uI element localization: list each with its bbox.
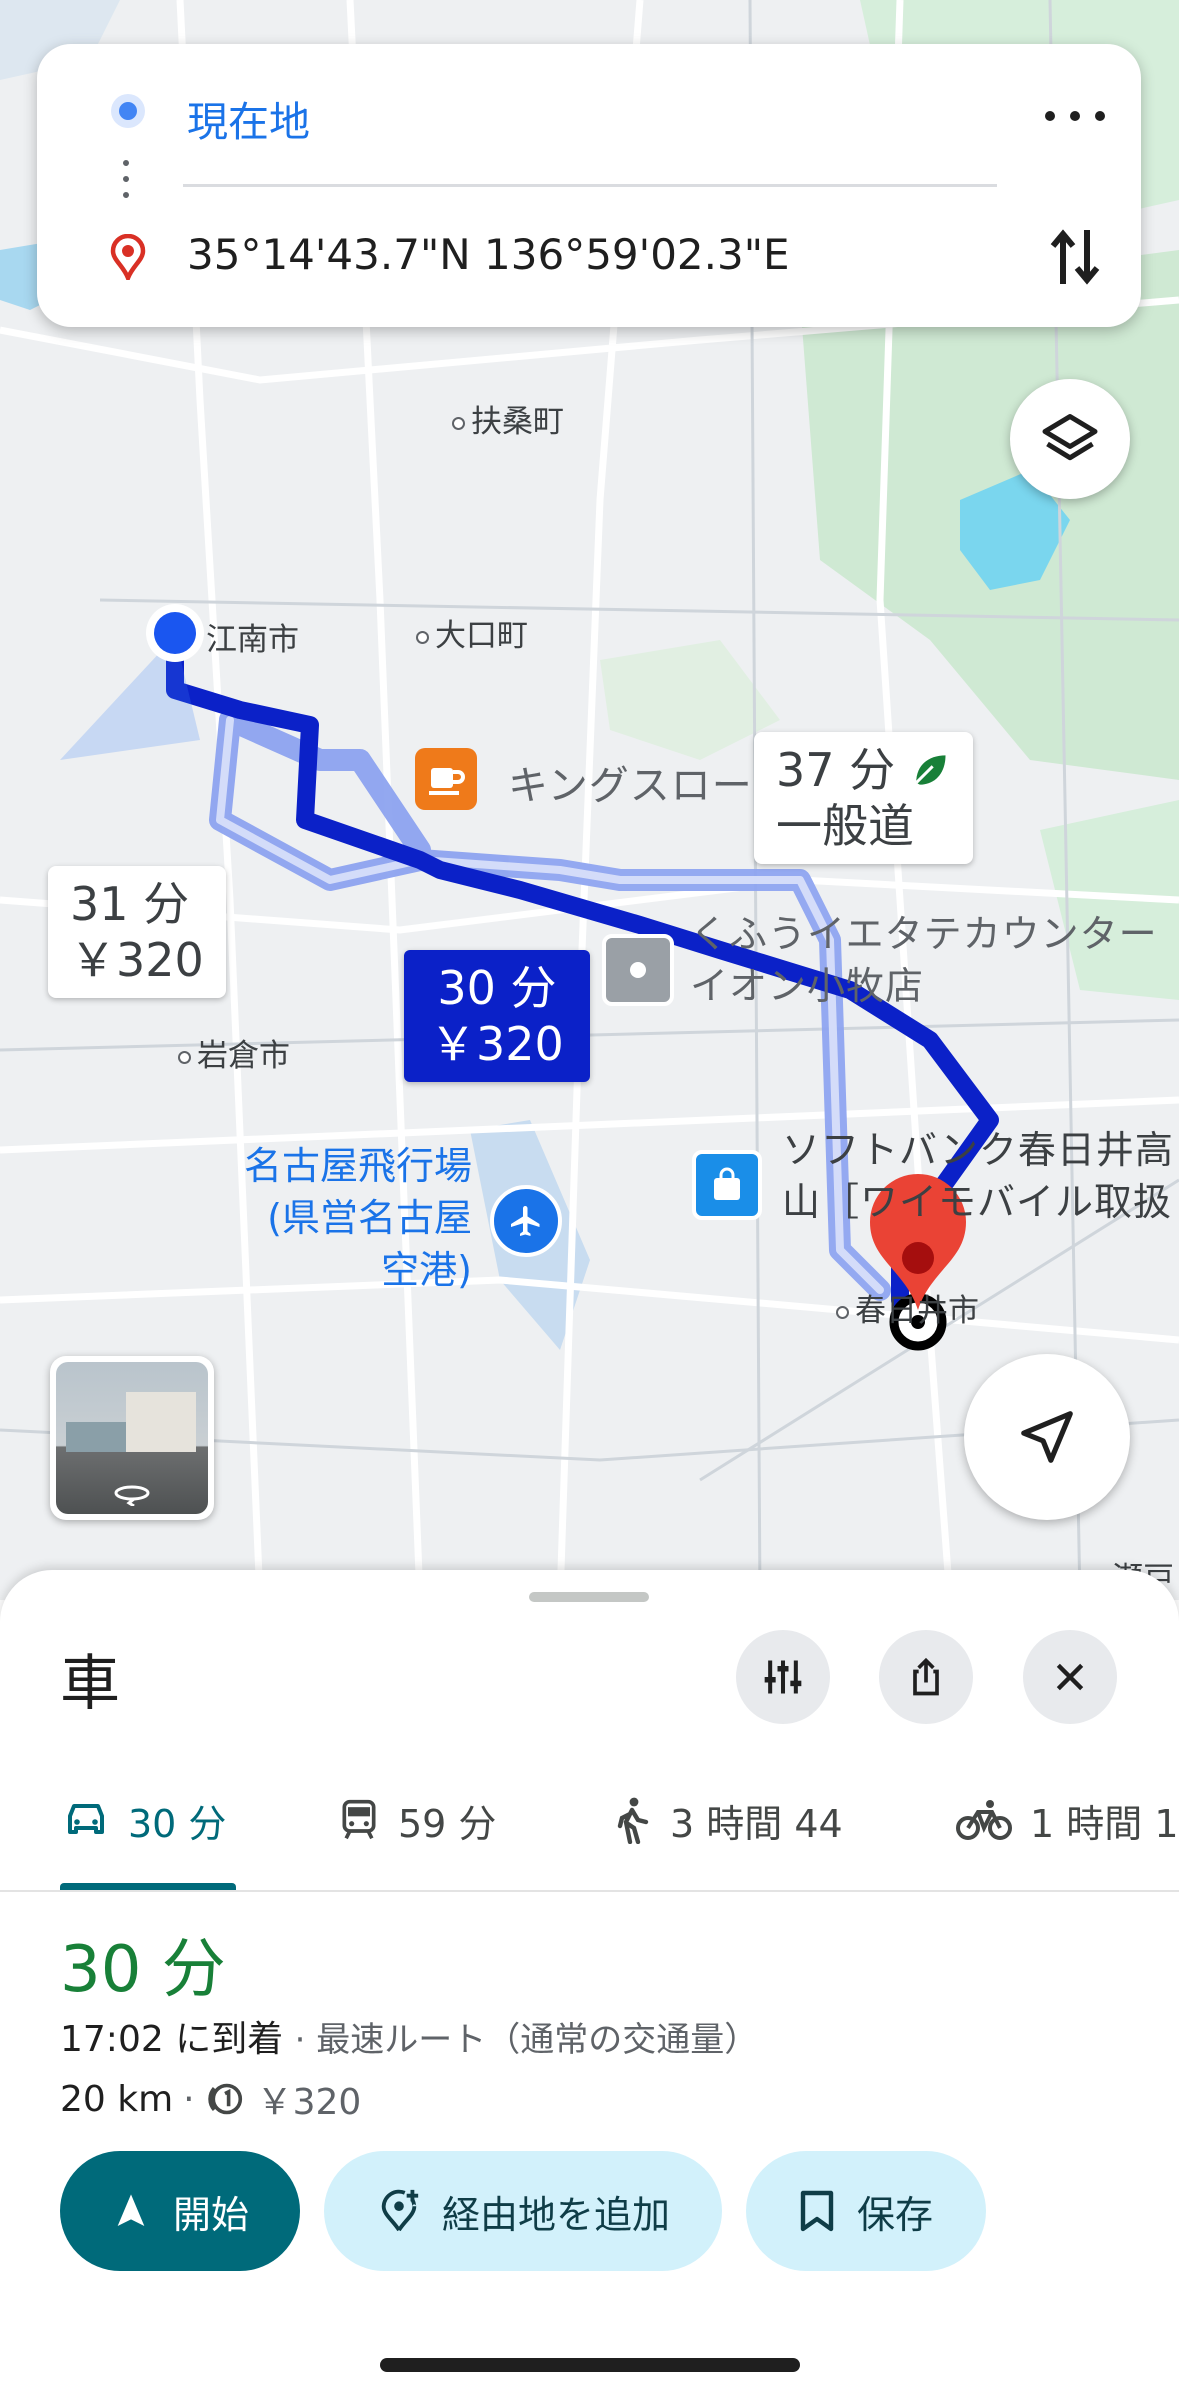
destination-field[interactable]: 35°14'43.7"N 136°59'02.3"E: [187, 230, 790, 279]
coffee-icon[interactable]: [415, 748, 477, 810]
recenter-button[interactable]: [964, 1354, 1130, 1520]
route-time: 37 分: [776, 743, 896, 797]
swap-icon[interactable]: [1047, 224, 1103, 290]
place-label: 大口町: [416, 610, 528, 655]
tab-walk[interactable]: 3 時間 44: [612, 1790, 843, 1850]
more-options-icon[interactable]: [1045, 104, 1105, 128]
place-label: 江南市: [206, 622, 299, 658]
destination-pin-icon: [110, 234, 146, 280]
route-distance-line: 20 km · ￥320: [60, 2073, 361, 2125]
add-stop-button[interactable]: 経由地を追加: [324, 2151, 722, 2271]
place-label: 春日井市: [836, 1285, 979, 1330]
route-note: · 最速ルート（通常の交通量）: [294, 2020, 759, 2060]
train-icon: [342, 1799, 376, 1840]
navigation-arrow-icon: [1021, 1411, 1073, 1463]
start-label: 開始: [172, 2192, 249, 2237]
route-detail: ￥320: [430, 1017, 564, 1071]
car-icon: [68, 1804, 104, 1834]
tab-label: 1 時間 18: [1030, 1801, 1179, 1846]
origin-field[interactable]: 現在地: [187, 88, 310, 148]
walk-icon: [617, 1797, 649, 1844]
tune-icon: [764, 1660, 802, 1694]
route-duration: 30 分: [60, 1933, 226, 2007]
close-icon: [1056, 1663, 1084, 1691]
place-label: 扶桑町: [452, 396, 564, 441]
shopping-bag-icon[interactable]: [692, 1150, 762, 1220]
add-location-icon: [381, 2189, 419, 2232]
field-divider: [183, 184, 997, 187]
route-distance: 20 km: [60, 2078, 174, 2120]
route-bubble-selected[interactable]: 30 分 ￥320: [404, 950, 590, 1082]
poi-label-coffee[interactable]: キングスロー: [508, 753, 753, 811]
bookmark-icon: [800, 2190, 834, 2232]
poi-label-store[interactable]: くふうイエタテカウンター イオン小牧店: [690, 908, 1160, 1012]
mode-title: 車: [60, 1649, 120, 1719]
drag-handle[interactable]: [529, 1592, 649, 1602]
arrival-time: 17:02 に到着: [60, 2019, 284, 2060]
origin-dot-icon: [111, 94, 145, 128]
dotted-connector: [123, 160, 129, 210]
tab-transit[interactable]: 59 分: [338, 1790, 496, 1850]
directions-card: 現在地 35°14'43.7"N 136°59'02.3"E: [37, 44, 1141, 327]
home-indicator: [380, 2358, 800, 2372]
layers-button[interactable]: [1010, 379, 1130, 499]
share-button[interactable]: [879, 1630, 973, 1724]
start-button[interactable]: 開始: [60, 2151, 300, 2271]
airport-icon[interactable]: [490, 1185, 562, 1257]
airport-label[interactable]: 名古屋飛行場(県営名古屋空港): [232, 1140, 472, 1296]
navigation-icon: [117, 2194, 145, 2226]
save-button[interactable]: 保存: [746, 2151, 986, 2271]
share-icon: [913, 1657, 939, 1696]
route-bubble-alt2[interactable]: 31 分 ￥320: [48, 866, 226, 998]
route-time: 31 分: [70, 877, 190, 931]
street-view-thumbnail[interactable]: [50, 1356, 214, 1520]
close-button[interactable]: [1023, 1630, 1117, 1724]
toll-icon: [207, 2083, 242, 2115]
bike-icon: [956, 1800, 1012, 1840]
route-time: 30 分: [437, 961, 557, 1015]
route-options-button[interactable]: [736, 1630, 830, 1724]
store-icon[interactable]: [602, 934, 674, 1006]
rotate-360-icon: [114, 1485, 150, 1506]
save-label: 保存: [856, 2192, 933, 2237]
tabs-divider: [0, 1890, 1179, 1892]
layers-icon: [1042, 414, 1098, 461]
poi-label-shop[interactable]: ソフトバンク春日井高山［ワイモバイル取扱: [782, 1124, 1179, 1228]
route-arrival-line: 17:02 に到着 · 最速ルート（通常の交通量）: [60, 2010, 758, 2062]
toll-price: ￥320: [256, 2082, 362, 2123]
route-bubble-alt1[interactable]: 37 分 一般道: [754, 732, 974, 864]
tab-drive[interactable]: 30 分: [62, 1790, 226, 1850]
tab-bike[interactable]: 1 時間 18: [956, 1790, 1179, 1850]
tab-label: 30 分: [128, 1801, 227, 1846]
leaf-icon: [915, 755, 946, 785]
tab-label: 59 分: [398, 1801, 497, 1846]
tab-label: 3 時間 44: [670, 1801, 843, 1846]
route-detail: ￥320: [70, 933, 204, 987]
place-label: 岩倉市: [178, 1030, 290, 1075]
add-stop-label: 経由地を追加: [441, 2192, 670, 2237]
route-detail: 一般道: [776, 799, 914, 853]
